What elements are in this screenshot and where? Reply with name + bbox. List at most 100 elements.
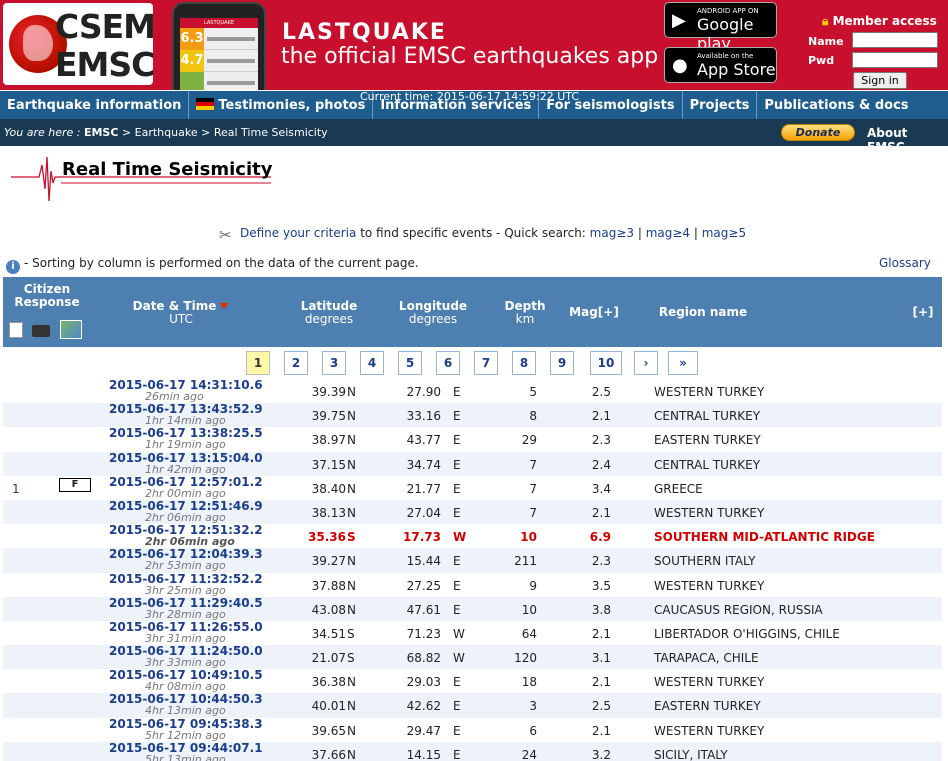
- phone-mag: 6.3: [180, 27, 204, 50]
- table-row[interactable]: 2015-06-17 13:38:25.5 1hr 19min ago 38.97 N…: [3, 426, 942, 451]
- event-time-ago: 3hr 33min ago: [145, 656, 226, 670]
- google-play-button[interactable]: ▶ ANDROID APP ON Google play: [664, 2, 777, 53]
- event-longitude: 27.90: [406, 385, 441, 399]
- header-more-columns[interactable]: [+]: [906, 306, 940, 319]
- event-region[interactable]: EASTERN TURKEY: [654, 699, 761, 713]
- event-magnitude: 2.1: [591, 626, 611, 641]
- event-depth: 5: [529, 385, 537, 399]
- table-row[interactable]: 2015-06-17 13:15:04.0 1hr 42min ago 37.15 N…: [3, 451, 942, 476]
- event-lon-hemisphere: E: [453, 699, 461, 714]
- table-row[interactable]: 2015-06-17 13:43:52.9 1hr 14min ago 39.75 N…: [3, 402, 942, 428]
- page-4-button[interactable]: 4: [360, 351, 384, 375]
- quick-mag4-link[interactable]: mag≥4: [646, 226, 690, 240]
- event-region[interactable]: TARAPACA, CHILE: [654, 651, 759, 665]
- header-date-time[interactable]: Date & Time UTC: [131, 300, 231, 326]
- event-region[interactable]: WESTERN TURKEY: [654, 724, 764, 738]
- event-lon-hemisphere: E: [453, 723, 461, 738]
- breadcrumb-emsc[interactable]: EMSC: [84, 126, 118, 139]
- next-page-button[interactable]: ›: [634, 351, 658, 375]
- quick-mag5-link[interactable]: mag≥5: [702, 226, 746, 240]
- table-row[interactable]: 2015-06-17 09:45:38.3 5hr 12min ago 39.65 N…: [3, 717, 942, 742]
- event-lon-hemisphere: W: [453, 530, 467, 545]
- table-row[interactable]: 2015-06-17 12:51:32.2 2hr 06min ago 35.36 S…: [3, 523, 942, 549]
- table-row[interactable]: 1 2015-06-17 12:57:01.2 2hr 00min ago 38.40…: [3, 475, 942, 500]
- event-region[interactable]: CAUCASUS REGION, RUSSIA: [654, 603, 823, 617]
- event-longitude: 29.03: [406, 675, 441, 690]
- event-lat-hemisphere: N: [347, 554, 356, 569]
- citizen-response-count[interactable]: 1: [12, 482, 20, 496]
- header-region-name[interactable]: Region name: [643, 306, 763, 319]
- event-region[interactable]: WESTERN TURKEY: [654, 506, 764, 520]
- table-row[interactable]: 2015-06-17 11:29:40.5 3hr 28min ago 43.08 N…: [3, 596, 942, 621]
- table-row[interactable]: 2015-06-17 11:26:55.0 3hr 31min ago 34.51 S…: [3, 620, 942, 645]
- event-lat-hemisphere: N: [347, 747, 356, 761]
- csem-emsc-logo[interactable]: CSEM EMSC: [3, 3, 156, 85]
- event-lon-hemisphere: E: [453, 602, 461, 617]
- signin-button[interactable]: Sign in: [853, 72, 907, 89]
- event-magnitude: 3.5: [591, 578, 611, 593]
- nav-testimonies-photos[interactable]: Testimonies, photos: [189, 91, 374, 119]
- sort-desc-icon: [219, 303, 230, 309]
- table-row[interactable]: 2015-06-17 09:44:07.1 5hr 13min ago 37.66 N…: [3, 741, 942, 761]
- page-2-button[interactable]: 2: [284, 351, 308, 375]
- event-lat-hemisphere: N: [347, 409, 356, 424]
- event-region[interactable]: CENTRAL TURKEY: [654, 458, 760, 472]
- felt-report-badge[interactable]: F: [59, 477, 91, 492]
- event-region[interactable]: WESTERN TURKEY: [654, 675, 764, 689]
- about-emsc-link[interactable]: About EMSC: [867, 126, 948, 154]
- quick-mag3-link[interactable]: mag≥3: [590, 226, 634, 240]
- nav-publications-docs[interactable]: Publications & docs: [757, 91, 915, 119]
- app-store-button[interactable]: ● Available on the App Store: [664, 47, 777, 83]
- page-3-button[interactable]: 3: [322, 351, 346, 375]
- nav-projects[interactable]: Projects: [683, 91, 758, 119]
- header-longitude[interactable]: Longitude degrees: [393, 300, 473, 326]
- define-criteria-link[interactable]: Define your criteria: [240, 226, 356, 240]
- page-6-button[interactable]: 6: [436, 351, 460, 375]
- page-9-button[interactable]: 9: [550, 351, 574, 375]
- table-row[interactable]: 2015-06-17 10:44:50.3 4hr 13min ago 40.01 N…: [3, 692, 942, 718]
- event-region[interactable]: SOUTHERN ITALY: [654, 554, 755, 568]
- event-time-ago: 5hr 12min ago: [145, 728, 226, 742]
- name-label: Name: [808, 35, 844, 48]
- event-magnitude: 3.2: [591, 747, 611, 761]
- event-longitude: 21.77: [406, 481, 441, 496]
- last-page-button[interactable]: »: [668, 351, 698, 375]
- table-row[interactable]: 2015-06-17 12:04:39.3 2hr 53min ago 39.27 N…: [3, 547, 942, 573]
- header-mag[interactable]: Mag[+]: [561, 306, 627, 319]
- event-region[interactable]: LIBERTADOR O'HIGGINS, CHILE: [654, 627, 840, 641]
- nav-earthquake-information[interactable]: Earthquake information: [0, 91, 190, 119]
- event-region[interactable]: EASTERN TURKEY: [654, 433, 761, 447]
- breadcrumb-earthquake[interactable]: Earthquake: [135, 126, 198, 139]
- page-8-button[interactable]: 8: [512, 351, 536, 375]
- table-row[interactable]: 2015-06-17 11:32:52.2 3hr 25min ago 37.88 N…: [3, 572, 942, 597]
- event-region[interactable]: CENTRAL TURKEY: [654, 409, 760, 423]
- page-7-button[interactable]: 7: [474, 351, 498, 375]
- event-region[interactable]: GREECE: [654, 482, 703, 496]
- table-row[interactable]: 2015-06-17 14:31:10.6 26min ago 39.39 N 27.9…: [3, 378, 942, 403]
- table-row[interactable]: 2015-06-17 12:51:46.9 2hr 06min ago 38.13 N…: [3, 499, 942, 525]
- page-5-button[interactable]: 5: [398, 351, 422, 375]
- event-longitude: 33.16: [406, 409, 441, 424]
- breadcrumb-current: Real Time Seismicity: [213, 126, 328, 139]
- event-region[interactable]: SICILY, ITALY: [654, 748, 728, 761]
- donate-button[interactable]: Donate: [781, 124, 855, 141]
- event-latitude: 37.88: [311, 578, 346, 593]
- password-input[interactable]: [852, 52, 938, 68]
- event-time-ago: 2hr 06min ago: [145, 535, 235, 549]
- event-region[interactable]: SOUTHERN MID-ATLANTIC RIDGE: [654, 530, 875, 544]
- event-depth: 24: [521, 747, 537, 761]
- header-citizen-response[interactable]: Citizen Response: [7, 283, 87, 309]
- page-10-button[interactable]: 10: [590, 351, 622, 375]
- header-latitude[interactable]: Latitude degrees: [289, 300, 369, 326]
- glossary-link[interactable]: Glossary: [879, 256, 931, 270]
- name-input[interactable]: [852, 32, 938, 48]
- info-icon: i: [6, 260, 20, 274]
- event-longitude: 43.77: [406, 433, 441, 448]
- event-region[interactable]: WESTERN TURKEY: [654, 385, 764, 399]
- table-row[interactable]: 2015-06-17 11:24:50.0 3hr 33min ago 21.07 S…: [3, 644, 942, 670]
- header-depth[interactable]: Depth km: [495, 300, 555, 326]
- event-region[interactable]: WESTERN TURKEY: [654, 579, 764, 593]
- event-depth: 7: [529, 481, 537, 496]
- page-1-button[interactable]: 1: [246, 351, 270, 375]
- table-row[interactable]: 2015-06-17 10:49:10.5 4hr 08min ago 36.38 N…: [3, 668, 942, 693]
